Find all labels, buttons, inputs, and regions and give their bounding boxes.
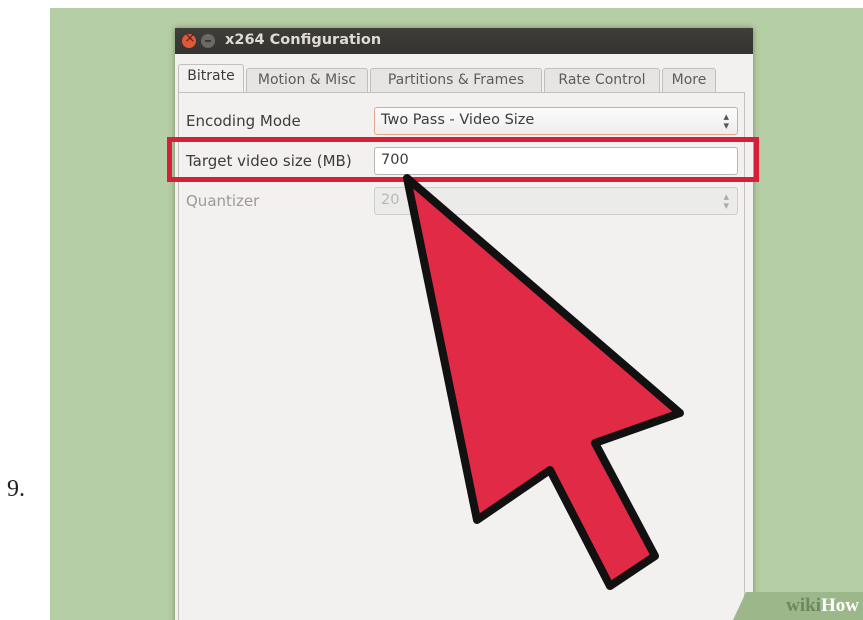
- pointer-cursor-icon: [403, 174, 684, 590]
- illustration-scene: x264 Configuration Bitrate Motion & Misc…: [50, 8, 863, 620]
- step-number: 9.: [7, 476, 25, 502]
- wikihow-watermark: wikiHow: [786, 595, 859, 616]
